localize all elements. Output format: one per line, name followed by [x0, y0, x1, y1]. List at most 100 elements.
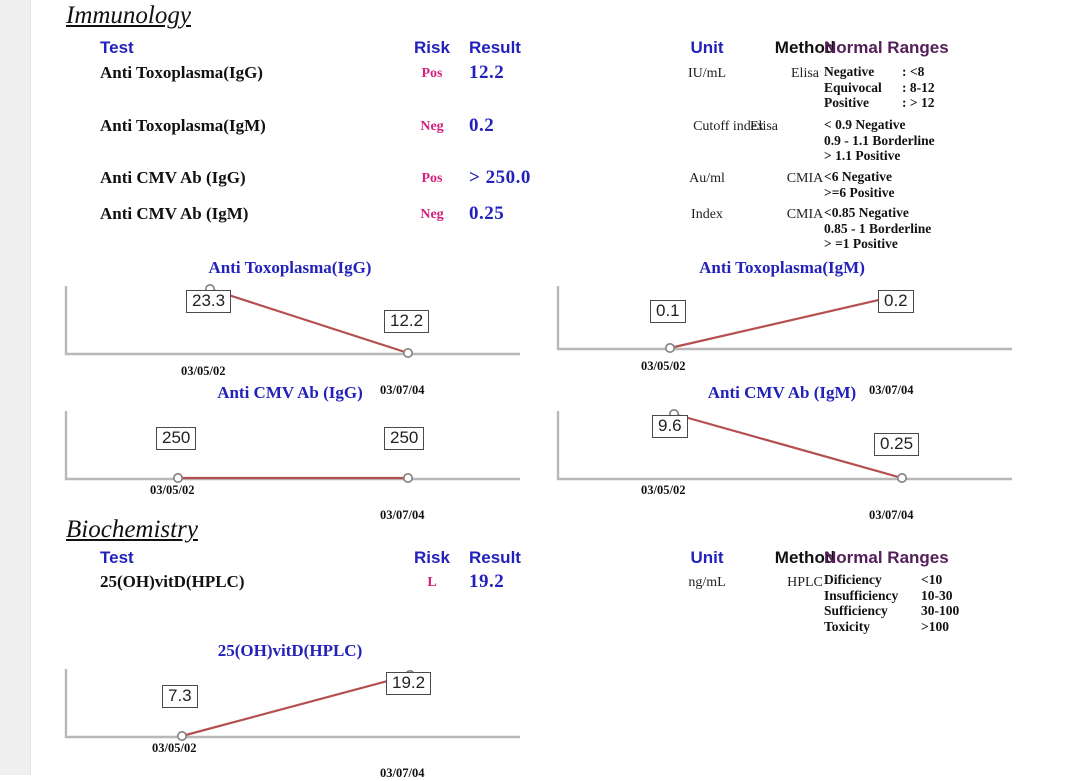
table-row-normal-ranges: Dificiency <10 Insufficiency 10-30 Suffici…	[824, 572, 959, 634]
chart-value-label: 19.2	[386, 672, 432, 695]
report-content: Immunology Test Risk Result Unit Method …	[32, 0, 1080, 780]
section-title-biochemistry: Biochemistry	[66, 516, 198, 543]
table-row-result: 0.25	[469, 203, 505, 224]
range-label: Equivocal	[824, 79, 882, 95]
chart-plot-area	[556, 286, 1012, 353]
chart-x-tick-label: 03/07/04	[380, 766, 425, 780]
chart-x-tick-label: 03/05/02	[641, 359, 686, 373]
chart-x-tick-label: 03/05/02	[641, 483, 686, 497]
range-label: Negative	[824, 64, 875, 79]
chart-data-point	[177, 731, 188, 742]
chart-title: 25(OH)vitD(HPLC)	[217, 641, 363, 660]
range-value: : <8	[902, 64, 925, 79]
chart-data-point	[402, 473, 413, 484]
table-row-normal-ranges: Negative : <8 Equivocal : 8-12 Positive : >…	[824, 64, 935, 111]
range-label: Insufficiency	[824, 587, 899, 603]
chart-axis-lines	[64, 286, 520, 356]
chart-value-label: 250	[156, 427, 197, 450]
chart-title: Anti Toxoplasma(IgG)	[208, 258, 372, 277]
chart-anti-cmv-ab-igg: Anti CMV Ab (IgG) 250 250 03/05/02 03/07…	[60, 383, 520, 522]
table-row-result: 12.2	[469, 62, 505, 83]
report-page: Immunology Test Risk Result Unit Method …	[0, 0, 1080, 780]
table-row-unit: Index	[691, 207, 723, 222]
chart-value-label: 0.25	[874, 433, 920, 456]
column-header-result: Result	[469, 548, 521, 567]
chart-value-label: 7.3	[162, 685, 198, 708]
range-value: <10	[921, 572, 943, 587]
table-row-test-name: Anti Toxoplasma(IgG)	[100, 63, 263, 82]
table-row-test-name: Anti CMV Ab (IgM)	[100, 204, 249, 223]
column-header-normal-ranges: Normal Ranges	[824, 548, 949, 567]
column-header-unit: Unit	[690, 548, 724, 567]
range-value: 30-100	[921, 603, 960, 618]
range-label: Sufficiency	[824, 603, 888, 618]
range-label: Dificiency	[824, 572, 882, 587]
chart-title: Anti CMV Ab (IgG)	[217, 383, 363, 402]
column-header-result: Result	[469, 38, 521, 57]
table-row-test-name: Anti CMV Ab (IgG)	[100, 168, 246, 187]
range-label: <6 Negative	[824, 169, 893, 184]
range-label: > =1 Positive	[824, 236, 898, 251]
range-label: < 0.9 Negative	[824, 117, 906, 132]
range-label: 0.85 - 1 Borderline	[824, 220, 932, 236]
chart-axis-lines	[64, 411, 520, 481]
section-title-immunology: Immunology	[66, 2, 191, 29]
chart-x-tick-label: 03/07/04	[380, 508, 425, 522]
table-row-normal-ranges: <6 Negative >=6 Positive	[824, 169, 895, 200]
chart-value-label: 9.6	[652, 415, 688, 438]
chart-plot-area	[64, 411, 520, 484]
range-label: Positive	[824, 95, 869, 110]
column-header-normal-ranges: Normal Ranges	[824, 38, 949, 57]
range-value: : 8-12	[902, 79, 935, 95]
chart-value-label: 0.1	[650, 300, 686, 323]
table-row-test-name: Anti Toxoplasma(IgM)	[100, 116, 266, 135]
table-row-result: 0.2	[469, 115, 495, 136]
range-value: 10-30	[921, 587, 953, 603]
chart-x-tick-label: 03/05/02	[181, 364, 226, 378]
chart-value-label: 0.2	[878, 290, 914, 313]
left-margin-strip	[0, 0, 31, 775]
table-row-unit: ng/mL	[688, 575, 726, 590]
table-row-result: 19.2	[469, 571, 505, 592]
chart-axis-lines	[556, 286, 1012, 351]
chart-25oh-vitd-hplc: 25(OH)vitD(HPLC) 7.3 19.2 03/05/02 03/07…	[60, 641, 520, 780]
chart-series-line	[669, 294, 897, 350]
chart-plot-area	[556, 409, 1012, 484]
table-row-unit: Cutoff index	[693, 119, 764, 134]
chart-data-point	[402, 348, 413, 359]
chart-title: Anti Toxoplasma(IgM)	[699, 258, 865, 277]
chart-value-label: 250	[384, 427, 425, 450]
range-label: Toxicity	[824, 618, 871, 634]
chart-value-label: 23.3	[186, 290, 232, 313]
chart-anti-toxoplasma-igg: Anti Toxoplasma(IgG) 23.3 12.2 03/05/02 …	[60, 258, 520, 397]
range-label: <0.85 Negative	[824, 205, 909, 220]
table-row-normal-ranges: <0.85 Negative 0.85 - 1 Borderline > =1 …	[824, 205, 931, 252]
chart-anti-toxoplasma-igm: Anti Toxoplasma(IgM) 0.1 0.2 03/05/02 03…	[552, 258, 1012, 397]
table-row-normal-ranges: < 0.9 Negative 0.9 - 1.1 Borderline > 1.…	[824, 117, 935, 164]
chart-data-point	[665, 342, 676, 353]
table-row-result: > 250.0	[469, 167, 531, 188]
chart-series-line	[181, 673, 411, 738]
chart-x-tick-label: 03/05/02	[150, 483, 195, 497]
chart-data-point	[896, 473, 907, 484]
range-label: 0.9 - 1.1 Borderline	[824, 132, 935, 148]
range-label: >=6 Positive	[824, 184, 895, 200]
range-value: : > 12	[902, 95, 935, 110]
column-header-test: Test	[100, 38, 134, 57]
chart-title: Anti CMV Ab (IgM)	[707, 383, 857, 402]
range-value: >100	[921, 618, 949, 634]
chart-x-tick-label: 03/05/02	[152, 741, 197, 755]
chart-series-line	[209, 287, 409, 355]
column-header-unit: Unit	[690, 38, 724, 57]
chart-data-point	[173, 473, 184, 484]
column-header-test: Test	[100, 548, 134, 567]
chart-plot-area	[64, 284, 520, 359]
chart-anti-cmv-ab-igm: Anti CMV Ab (IgM) 9.6 0.25 03/05/02 03/0…	[552, 383, 1012, 522]
table-row-test-name: 25(OH)vitD(HPLC)	[100, 572, 245, 591]
table-row-unit: Au/ml	[689, 171, 725, 186]
table-row-unit: IU/mL	[687, 66, 727, 81]
chart-series-line	[673, 412, 903, 480]
chart-value-label: 12.2	[384, 310, 430, 333]
chart-plot-area	[64, 669, 520, 742]
chart-axis-lines	[64, 669, 520, 739]
